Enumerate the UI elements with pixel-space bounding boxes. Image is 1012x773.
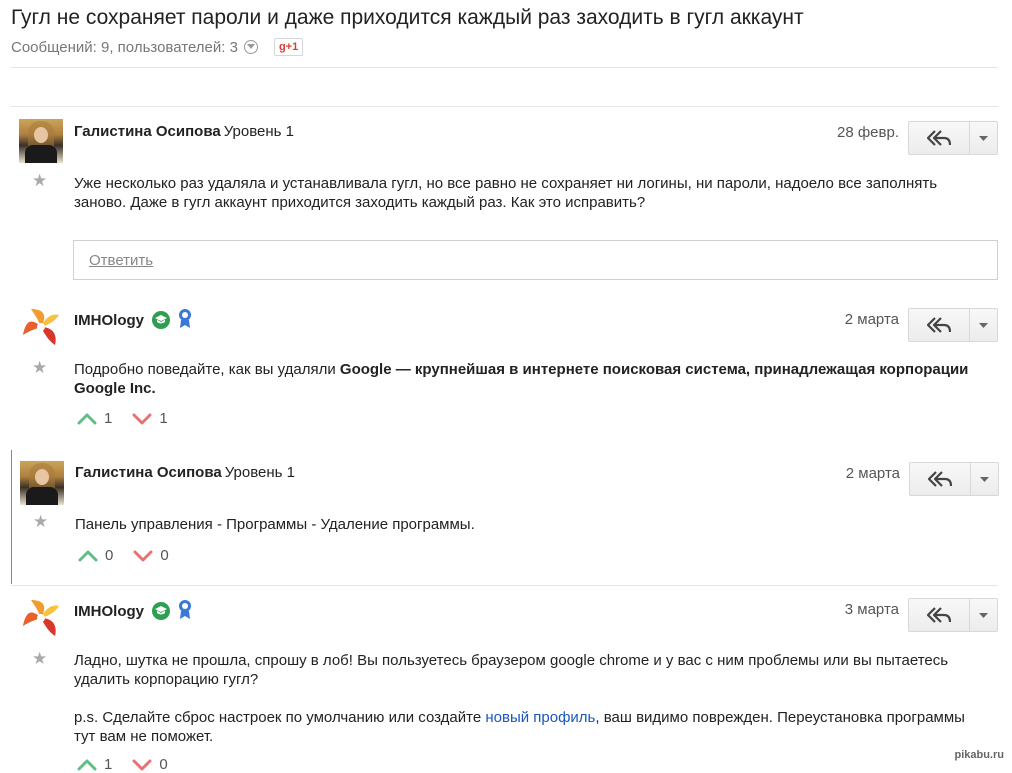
upvote-count: 1: [104, 410, 113, 427]
upvote-icon: [77, 759, 97, 770]
post: IMHOlogy 3 марта ★ Ладно, шутка не прошл…: [11, 590, 998, 773]
downvote-icon: [132, 413, 152, 424]
reply-all-button[interactable]: [908, 121, 970, 155]
post-body-paragraph: p.s. Сделайте сброс настроек по умолчани…: [74, 708, 974, 746]
reply-all-button[interactable]: [909, 462, 971, 496]
downvote-icon: [132, 759, 152, 770]
post-date[interactable]: 3 марта: [845, 601, 899, 618]
thread-meta-text: Сообщений: 9, пользователей: 3: [11, 38, 238, 56]
upvote-count: 0: [105, 547, 114, 564]
post-author: Галистина Осипова Уровень 1: [75, 464, 295, 481]
upvote-button[interactable]: 0: [78, 547, 113, 564]
thread-title: Гугл не сохраняет пароли и даже приходит…: [11, 6, 804, 29]
dropdown-arrow-icon: [980, 476, 989, 482]
chevron-down-icon[interactable]: [243, 40, 258, 54]
upvote-button[interactable]: 1: [77, 756, 112, 773]
post-highlighted: Галистина Осипова Уровень 1 2 марта ★ Па…: [11, 450, 999, 584]
avatar[interactable]: [20, 461, 64, 505]
downvote-count: 0: [159, 756, 168, 773]
reply-all-icon: [927, 130, 951, 146]
expert-badge-icon: [152, 602, 170, 620]
post-date[interactable]: 2 марта: [845, 311, 899, 328]
post-body-text: p.s. Сделайте сброс настроек по умолчани…: [74, 709, 486, 726]
downvote-count: 1: [159, 410, 168, 427]
reply-menu-button[interactable]: [970, 121, 998, 155]
reply-all-icon: [927, 607, 951, 623]
post-author: IMHOlogy: [74, 308, 192, 332]
post-body-text: Подробно поведайте, как вы удаляли: [74, 361, 340, 378]
reply-menu-button[interactable]: [970, 308, 998, 342]
reply-menu-button[interactable]: [970, 598, 998, 632]
vote-bar: 1 0: [77, 756, 188, 773]
reply-button-group: [909, 462, 999, 496]
watermark: pikabu.ru: [954, 749, 1004, 761]
author-level: Уровень 1: [224, 464, 295, 481]
author-level: Уровень 1: [223, 123, 294, 140]
reply-all-button[interactable]: [908, 308, 970, 342]
post-author: IMHOlogy: [74, 599, 192, 623]
upvote-count: 1: [104, 756, 113, 773]
post-body-paragraph: Ладно, шутка не прошла, спрошу в лоб! Вы…: [74, 652, 949, 688]
star-icon[interactable]: ★: [33, 512, 48, 532]
upvote-button[interactable]: 1: [77, 410, 112, 427]
author-name[interactable]: IMHOlogy: [74, 312, 144, 329]
divider: [11, 67, 998, 68]
upvote-icon: [78, 550, 98, 561]
author-name[interactable]: Галистина Осипова: [74, 123, 221, 140]
google-plus-button[interactable]: g+1: [273, 38, 304, 56]
star-icon[interactable]: ★: [32, 358, 47, 378]
dropdown-arrow-icon: [979, 612, 988, 618]
reply-button-group: [908, 308, 998, 342]
avatar[interactable]: [19, 305, 63, 349]
downvote-button[interactable]: 1: [132, 410, 168, 427]
expert-badge-icon: [152, 311, 170, 329]
vote-bar: 1 1: [77, 410, 188, 427]
author-name[interactable]: IMHOlogy: [74, 603, 144, 620]
post-body: Уже несколько раз удаляла и устанавливал…: [74, 175, 938, 211]
reply-all-icon: [927, 317, 951, 333]
downvote-count: 0: [160, 547, 169, 564]
author-name[interactable]: Галистина Осипова: [75, 464, 222, 481]
reply-menu-button[interactable]: [971, 462, 999, 496]
reply-all-icon: [928, 471, 952, 487]
dropdown-arrow-icon: [979, 135, 988, 141]
reply-link[interactable]: Ответить: [89, 252, 153, 269]
post-date[interactable]: 2 марта: [846, 465, 900, 482]
post: IMHOlogy 2 марта ★ Подробно поведайте, к…: [11, 299, 998, 444]
post-author: Галистина Осипова Уровень 1: [74, 123, 294, 140]
reply-all-button[interactable]: [908, 598, 970, 632]
reply-button-group: [908, 121, 998, 155]
post-date[interactable]: 28 февр.: [837, 124, 899, 141]
new-profile-link[interactable]: новый профиль: [485, 709, 595, 726]
downvote-icon: [133, 550, 153, 561]
reply-box[interactable]: Ответить: [73, 240, 998, 280]
post-body: Подробно поведайте, как вы удаляли Googl…: [74, 360, 974, 398]
vote-bar: 0 0: [78, 547, 189, 564]
reply-button-group: [908, 598, 998, 632]
ribbon-badge-icon: [178, 599, 192, 623]
downvote-button[interactable]: 0: [133, 547, 169, 564]
divider: [11, 585, 998, 586]
post: Галистина Осипова Уровень 1 28 февр. ★ У…: [11, 118, 998, 288]
star-icon[interactable]: ★: [32, 171, 47, 191]
dropdown-arrow-icon: [979, 322, 988, 328]
post-body: Ладно, шутка не прошла, спрошу в лоб! Вы…: [74, 651, 974, 746]
thread-meta: Сообщений: 9, пользователей: 3 g+1: [11, 38, 304, 56]
downvote-button[interactable]: 0: [132, 756, 168, 773]
star-icon[interactable]: ★: [32, 649, 47, 669]
ribbon-badge-icon: [178, 308, 192, 332]
avatar[interactable]: [19, 596, 63, 640]
upvote-icon: [77, 413, 97, 424]
avatar[interactable]: [19, 119, 63, 163]
divider: [11, 106, 998, 107]
post-body: Панель управления - Программы - Удаление…: [75, 516, 475, 533]
